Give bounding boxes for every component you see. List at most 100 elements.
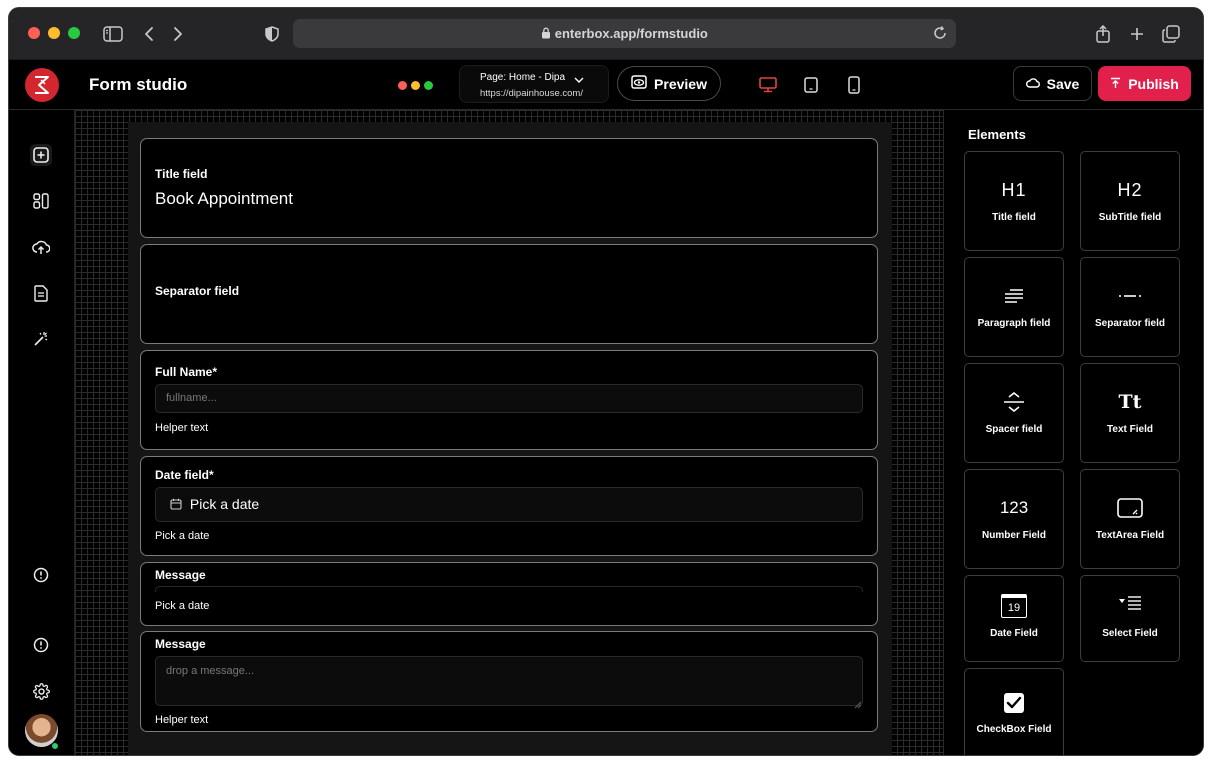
element-label: CheckBox Field [976, 724, 1052, 735]
settings-gear-icon[interactable] [30, 680, 52, 702]
element-textarea-field[interactable]: TextArea Field [1080, 469, 1180, 569]
element-label: Number Field [982, 530, 1046, 541]
paragraph-icon [965, 282, 1063, 310]
element-label: TextArea Field [1095, 530, 1165, 541]
help-alert-icon[interactable] [30, 634, 52, 656]
minimize-window-button[interactable] [48, 27, 60, 39]
desktop-view-icon[interactable] [756, 73, 780, 97]
element-date-field[interactable]: 19 Date Field [964, 575, 1064, 662]
app-title: Form studio [89, 75, 188, 94]
preview-label: Preview [654, 75, 707, 92]
forward-arrow-icon[interactable] [166, 22, 190, 46]
resize-handle-icon[interactable] [854, 696, 862, 714]
element-text-field[interactable]: Tt Text Field [1080, 363, 1180, 463]
shield-icon[interactable] [260, 22, 284, 46]
number-icon: 123 [965, 494, 1063, 522]
chevron-down-icon [573, 72, 585, 90]
element-paragraph-field[interactable]: Paragraph field [964, 257, 1064, 357]
message-field-block[interactable]: Message drop a message... Helper text [140, 631, 878, 732]
fullname-field-block[interactable]: Full Name* fullname... Helper text [140, 350, 878, 450]
heading-1-icon: H1 [965, 176, 1063, 204]
publish-label: Publish [1128, 75, 1179, 92]
fullname-input[interactable]: fullname... [155, 384, 863, 413]
textarea-icon [1081, 494, 1179, 522]
save-cloud-icon [1025, 76, 1040, 92]
date-calendar-icon: 19 [965, 592, 1063, 620]
elements-panel-title: Elements [968, 127, 1026, 142]
title-field-label: Title field [155, 167, 208, 181]
element-checkbox-field[interactable]: CheckBox Field [964, 668, 1064, 755]
cloud-upload-icon[interactable] [30, 236, 52, 258]
tablet-view-icon[interactable] [799, 73, 823, 97]
zoom-window-button[interactable] [68, 27, 80, 39]
save-label: Save [1046, 75, 1080, 92]
share-icon[interactable] [1091, 22, 1115, 46]
info-alert-icon[interactable] [30, 564, 52, 586]
date-field-label: Date field* [155, 468, 214, 482]
address-text-wrap: enterbox.app/formstudio [293, 26, 956, 41]
browser-toolbar: enterbox.app/formstudio [9, 8, 1203, 60]
separator-field-block[interactable]: Separator field [140, 244, 878, 344]
publish-button[interactable]: Publish [1098, 66, 1191, 101]
address-text: enterbox.app/formstudio [554, 26, 708, 41]
element-label: Select Field [1102, 628, 1158, 639]
tab-overview-icon[interactable] [1159, 22, 1183, 46]
lock-icon [541, 26, 555, 41]
message-field-collapsed-block[interactable]: Message Pick a date [140, 562, 878, 626]
element-title-field[interactable]: H1 Title field [964, 151, 1064, 251]
date-picker-button[interactable]: Pick a date [155, 487, 863, 522]
calendar-icon [170, 496, 186, 512]
app-logo-icon[interactable] [25, 68, 59, 102]
elements-panel: Elements H1 Title field H2 SubTitle fiel… [943, 110, 1203, 755]
message-collapsed-input[interactable] [155, 586, 863, 592]
page-selector[interactable]: Page: Home - Dipa https://dipainhouse.co… [459, 65, 609, 103]
element-label: Text Field [1107, 424, 1153, 435]
address-bar[interactable]: enterbox.app/formstudio [293, 19, 956, 48]
fullname-helper-text: Helper text [155, 422, 209, 434]
title-field-value: Book Appointment [155, 189, 293, 208]
page-url: https://dipainhouse.com/ [480, 88, 583, 99]
document-icon[interactable] [30, 282, 52, 304]
date-helper-text: Pick a date [155, 530, 210, 542]
element-label: Separator field [1094, 318, 1166, 329]
separator-field-label: Separator field [155, 284, 240, 298]
message-collapsed-helper: Pick a date [155, 600, 210, 612]
form-container: Title field Book Appointment Separator f… [128, 122, 892, 755]
element-separator-field[interactable]: Separator field [1080, 257, 1180, 357]
mobile-view-icon[interactable] [842, 73, 866, 97]
title-field-block[interactable]: Title field Book Appointment [140, 138, 878, 238]
number-glyph: 123 [999, 498, 1029, 517]
left-sidebar [9, 110, 75, 755]
magic-wand-icon[interactable] [30, 328, 52, 350]
message-textarea[interactable]: drop a message... [155, 656, 863, 706]
message-field-label: Message [155, 637, 206, 651]
date-field-block[interactable]: Date field* Pick a date Pick a date [140, 456, 878, 556]
preview-button[interactable]: Preview [617, 66, 721, 101]
element-label: Spacer field [985, 424, 1043, 435]
add-element-icon[interactable] [30, 144, 52, 166]
element-number-field[interactable]: 123 Number Field [964, 469, 1064, 569]
sidebar-toggle-icon[interactable] [101, 22, 125, 46]
publish-upload-icon [1110, 76, 1121, 92]
browser-window: enterbox.app/formstudio Form studio Page… [8, 7, 1204, 756]
element-spacer-field[interactable]: Spacer field [964, 363, 1064, 463]
element-select-field[interactable]: Select Field [1080, 575, 1180, 662]
new-tab-icon[interactable] [1125, 22, 1149, 46]
select-list-icon [1081, 590, 1179, 618]
preview-eye-icon [631, 75, 647, 92]
message-collapsed-label: Message [155, 568, 206, 582]
element-label: Paragraph field [977, 318, 1051, 329]
close-window-button[interactable] [28, 27, 40, 39]
status-dot-green [424, 81, 433, 90]
status-dot-yellow [411, 81, 420, 90]
back-arrow-icon[interactable] [137, 22, 161, 46]
element-label: Title field [992, 212, 1036, 223]
layout-icon[interactable] [30, 190, 52, 212]
text-type-icon: Tt [1081, 388, 1179, 416]
element-label: SubTitle field [1098, 212, 1162, 223]
h1-glyph: H1 [1001, 179, 1027, 200]
save-button[interactable]: Save [1013, 66, 1092, 101]
element-subtitle-field[interactable]: H2 SubTitle field [1080, 151, 1180, 251]
reload-icon[interactable] [932, 25, 948, 46]
app-header: Form studio Page: Home - Dipa https://di… [9, 60, 1203, 110]
